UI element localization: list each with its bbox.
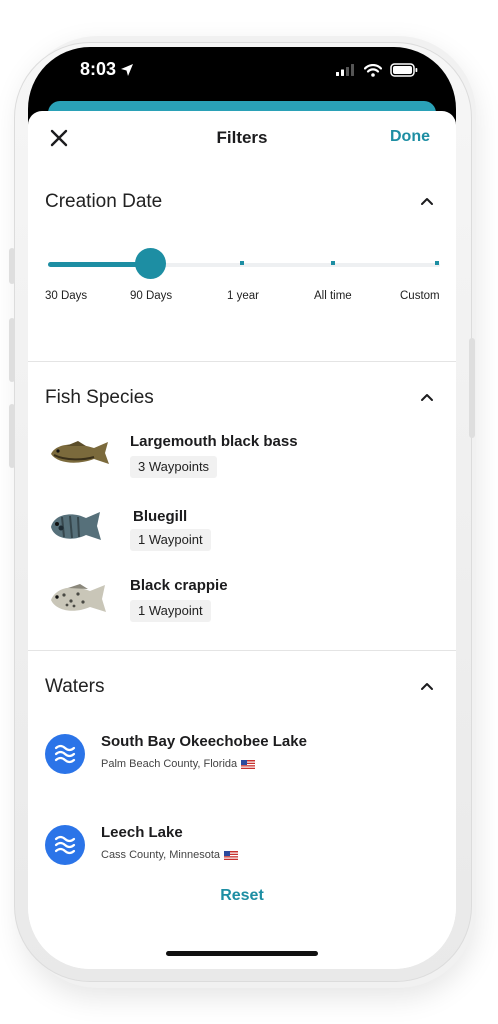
water-location-text: Palm Beach County, Florida <box>101 758 238 770</box>
section-divider <box>28 650 456 651</box>
option-90-days[interactable]: 90 Days <box>130 290 172 302</box>
battery-icon <box>390 63 418 77</box>
waypoint-badge: 3 Waypoints <box>130 456 218 478</box>
clock-text: 8:03 <box>80 59 117 79</box>
fish-name[interactable]: Bluegill <box>133 508 187 525</box>
section-divider <box>28 361 456 362</box>
mute-switch <box>9 248 15 284</box>
wifi-icon <box>364 63 382 77</box>
fish-name[interactable]: Black crappie <box>130 577 228 594</box>
chevron-up-icon[interactable] <box>420 392 434 402</box>
option-all-time[interactable]: All time <box>314 290 352 302</box>
water-location: Palm Beach County, Florida <box>101 758 256 770</box>
water-waves-icon <box>45 825 85 865</box>
waters-title: Waters <box>45 676 105 697</box>
option-30-days[interactable]: 30 Days <box>45 290 87 302</box>
date-slider-thumb[interactable] <box>135 248 166 279</box>
water-waves-icon <box>45 734 85 774</box>
volume-up-button <box>9 318 15 382</box>
volume-down-button <box>9 404 15 468</box>
water-location: Cass County, Minnesota <box>101 849 239 861</box>
location-arrow-icon <box>121 63 134 76</box>
done-button[interactable]: Done <box>390 128 430 146</box>
fish-name[interactable]: Largemouth black bass <box>130 433 298 450</box>
option-1-year[interactable]: 1 year <box>227 290 259 302</box>
water-name[interactable]: South Bay Okeechobee Lake <box>101 733 307 750</box>
us-flag-icon <box>241 759 256 769</box>
phone-screen: 8:03 Filters Done Creation Date 30 Days … <box>28 47 456 969</box>
bluegill-image <box>51 512 101 540</box>
chevron-up-icon[interactable] <box>420 196 434 206</box>
slider-tick-1-year <box>240 261 244 265</box>
us-flag-icon <box>224 850 239 860</box>
sheet-header: Filters Done <box>28 111 456 167</box>
waypoint-badge: 1 Waypoint <box>130 529 211 551</box>
slider-tick-all-time <box>331 261 335 265</box>
cellular-signal-icon <box>336 64 354 76</box>
power-button <box>469 338 475 438</box>
fish-species-title: Fish Species <box>45 387 154 408</box>
black-crappie-image <box>51 584 106 612</box>
status-indicators <box>336 63 418 77</box>
largemouth-bass-image <box>51 441 109 464</box>
water-location-text: Cass County, Minnesota <box>101 849 221 861</box>
waypoint-badge: 1 Waypoint <box>130 600 211 622</box>
slider-tick-custom <box>435 261 439 265</box>
option-custom[interactable]: Custom <box>400 290 440 302</box>
filters-sheet: Filters Done Creation Date 30 Days 90 Da… <box>28 111 456 969</box>
water-name[interactable]: Leech Lake <box>101 824 183 841</box>
creation-date-title: Creation Date <box>45 191 163 212</box>
reset-button[interactable]: Reset <box>28 887 456 905</box>
home-indicator[interactable] <box>166 951 318 956</box>
status-time: 8:03 <box>80 59 134 80</box>
chevron-up-icon[interactable] <box>420 681 434 691</box>
